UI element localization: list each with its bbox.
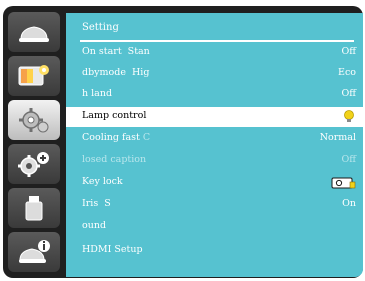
menu-row-cooling-fast[interactable]: Cooling fast C Normal [66, 129, 363, 149]
sidebar-usb-memory[interactable] [8, 188, 60, 228]
row-label: dbymode Hig [82, 67, 150, 78]
menu-row-hdmi-setup[interactable]: HDMI Setup [66, 241, 363, 261]
display-icon [19, 26, 49, 42]
sidebar-picture-adjust[interactable] [8, 56, 60, 96]
picture-adjust-icon [18, 65, 49, 86]
row-label: HDMI Setup [82, 244, 143, 255]
menu-title: Setting [82, 22, 119, 33]
menu-row-sound[interactable]: ound [66, 217, 363, 237]
menu-row-lamp-control[interactable]: Lamp control [66, 107, 363, 127]
lamp-bulb-icon [344, 110, 354, 122]
information-icon [19, 240, 50, 263]
row-label: Lamp control [82, 110, 147, 121]
sidebar-setting[interactable] [8, 100, 60, 140]
menu-row-standby-mode[interactable]: dbymode Hig Eco [66, 64, 363, 84]
row-label: h land [82, 88, 113, 99]
row-value: Normal [319, 132, 356, 143]
menu-row-iris[interactable]: Iris S On [66, 195, 363, 215]
row-value: On [342, 198, 356, 209]
row-label: Iris S [82, 198, 111, 209]
sidebar-expanded-setting[interactable] [8, 144, 60, 184]
menu-row-on-start[interactable]: On start Stan Off [66, 43, 363, 63]
sidebar-display[interactable] [8, 12, 60, 52]
row-value: Off [341, 154, 356, 165]
setting-gear-icon [19, 108, 49, 133]
row-label: On start Stan [82, 46, 150, 57]
setting-panel: Setting On start Stan Off dbymode Hig Ec… [66, 13, 363, 277]
menu-row-key-lock[interactable]: Key lock [66, 173, 363, 193]
title-divider [80, 40, 354, 42]
menu-row-high-land[interactable]: h land Off [66, 85, 363, 105]
expanded-setting-gears-icon [18, 152, 49, 177]
row-value: Eco [338, 67, 356, 78]
row-label: ound [82, 220, 107, 231]
sidebar-information[interactable] [8, 232, 60, 272]
row-value: Off [341, 88, 356, 99]
row-label: losed caption [82, 154, 147, 165]
projector-lock-icon [331, 177, 356, 189]
row-value: Off [341, 46, 356, 57]
row-label: Key lock [82, 176, 123, 187]
menu-row-closed-caption: losed caption Off [66, 151, 363, 171]
menu-sidebar [8, 12, 62, 274]
usb-memory-icon [25, 196, 43, 221]
row-label: Cooling fast C [82, 132, 151, 143]
